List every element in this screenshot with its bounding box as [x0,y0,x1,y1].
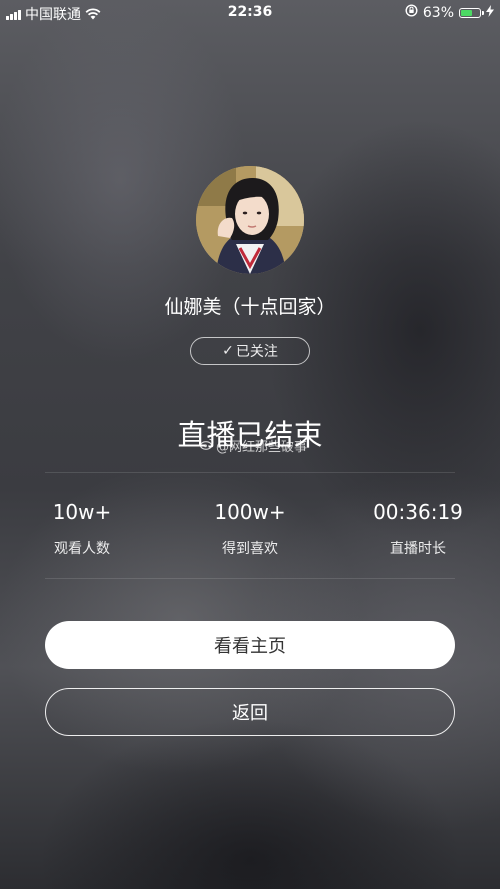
divider-bottom [45,578,455,579]
avatar[interactable] [196,166,304,274]
followed-button[interactable]: ✓ 已关注 [190,337,310,365]
back-button[interactable]: 返回 [45,688,455,736]
stat-likes: 100w+ 得到喜欢 [175,500,325,558]
divider-top [45,472,455,473]
battery-percent: 63% [422,4,454,21]
battery-icon [459,7,484,18]
battery-level [461,9,472,16]
status-bar-right: 63% [405,4,494,21]
stat-likes-value: 100w+ [214,500,286,524]
watermark-text: @网红那些破事 [216,440,308,455]
streamer-name: 仙娜美（十点回家） [164,296,336,318]
charging-icon [486,4,494,21]
stat-duration-value: 00:36:19 [373,500,463,524]
followed-label: 已关注 [235,344,278,360]
stat-likes-label: 得到喜欢 [222,541,278,557]
stat-viewers: 10w+ 观看人数 [7,500,157,558]
stat-viewers-label: 观看人数 [54,541,110,557]
weibo-logo-icon [199,438,214,454]
view-homepage-button[interactable]: 看看主页 [45,621,455,669]
check-icon: ✓ [222,343,234,359]
stat-duration: 00:36:19 直播时长 [343,500,493,558]
stat-viewers-value: 10w+ [52,500,112,524]
stat-duration-label: 直播时长 [390,541,446,557]
status-bar: 中国联通 22:36 63% [0,0,500,26]
orientation-lock-icon [405,4,418,21]
watermark: @网红那些破事 [199,436,308,455]
